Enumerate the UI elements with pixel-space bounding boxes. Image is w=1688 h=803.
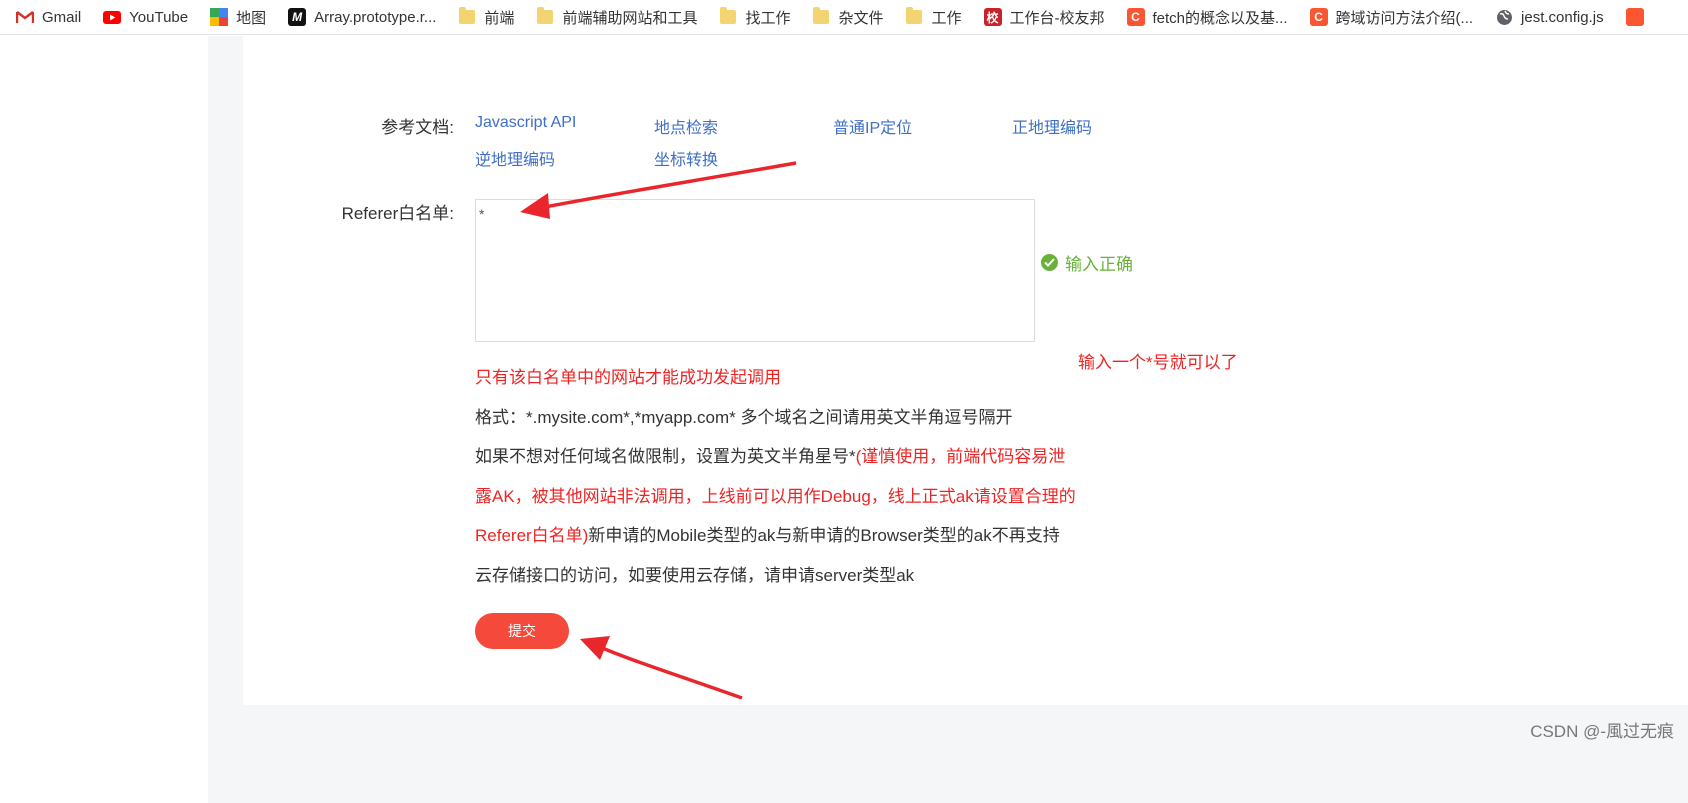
bookmark-xiaoyoubang[interactable]: 校 工作台-校友邦: [983, 7, 1105, 28]
folder-icon: [719, 7, 737, 26]
form-panel: [243, 36, 1688, 705]
bookmark-label: 前端: [484, 9, 515, 27]
mdn-icon: M: [288, 8, 307, 26]
doc-link-ip-location[interactable]: 普通IP定位: [833, 114, 912, 138]
referer-whitelist-input[interactable]: [475, 199, 1035, 342]
bookmark-label: 工作台-校友邦: [1009, 9, 1105, 27]
doc-link-coordinate-convert[interactable]: 坐标转换: [654, 146, 718, 170]
bookmark-label: 杂文件: [838, 9, 884, 27]
hint-wildcard-text: 如果不想对任何域名做限制，设置为英文半角星号*: [475, 447, 856, 466]
bookmark-jest-config[interactable]: jest.config.js: [1495, 8, 1604, 26]
xiaoyoubang-icon: 校: [983, 8, 1002, 26]
bookmark-label: fetch的概念以及基...: [1152, 9, 1288, 27]
hint-format: 格式：*.mysite.com*,*myapp.com* 多个域名之间请用英文半…: [475, 408, 1013, 427]
bookmark-mdn[interactable]: M Array.prototype.r...: [288, 8, 436, 26]
bookmark-folder[interactable]: 找工作: [719, 7, 790, 28]
docs-label: 参考文档:: [381, 118, 454, 137]
folder-icon: [536, 7, 554, 26]
bookmark-label: 跨域访问方法介绍(...: [1335, 9, 1474, 27]
validation-text: 输入正确: [1065, 255, 1133, 274]
hint-wildcard-line: 如果不想对任何域名做限制，设置为英文半角星号*(谨慎使用，前端代码容易泄: [475, 442, 1065, 467]
hint-whitelist-only: 只有该白名单中的网站才能成功发起调用: [475, 368, 781, 387]
folder-icon: [905, 7, 923, 26]
csdn-watermark: CSDN @-風过无痕: [1530, 722, 1674, 741]
hint-warning-end: Referer白名单): [475, 526, 589, 545]
bookmark-csdn-cors[interactable]: C 跨域访问方法介绍(...: [1309, 7, 1474, 28]
csdn-icon: [1625, 8, 1644, 26]
bookmark-label: 找工作: [745, 9, 791, 27]
bookmark-folder[interactable]: 杂文件: [812, 7, 883, 28]
hint-warning-continued: 露AK，被其他网站非法调用，上线前可以用作Debug，线上正式ak请设置合理的: [475, 487, 1076, 506]
left-sidebar-gutter: [208, 36, 243, 803]
bookmark-folder[interactable]: 前端: [458, 7, 514, 28]
bookmark-label: YouTube: [129, 8, 189, 26]
folder-icon: [812, 7, 830, 26]
youtube-icon: [103, 8, 122, 26]
bookmark-label: 地图: [236, 9, 267, 27]
bookmarks-bar: Gmail YouTube 地图 M Array.prototype.r... …: [0, 0, 1688, 35]
bookmark-folder[interactable]: 前端辅助网站和工具: [536, 7, 697, 28]
folder-icon: [458, 7, 476, 26]
bookmark-label: jest.config.js: [1521, 8, 1604, 26]
doc-link-geocoding[interactable]: 正地理编码: [1012, 114, 1092, 138]
hint-mobile-line: Referer白名单)新申请的Mobile类型的ak与新申请的Browser类型…: [475, 521, 1060, 546]
validation-status: 输入正确: [1041, 250, 1133, 275]
maps-icon: [210, 8, 229, 26]
bookmark-label: 工作: [931, 9, 962, 27]
bookmark-gmail[interactable]: Gmail: [16, 8, 81, 26]
bookmark-csdn-fetch[interactable]: C fetch的概念以及基...: [1126, 7, 1288, 28]
submit-button[interactable]: 提交: [475, 613, 569, 649]
csdn-icon: C: [1126, 8, 1145, 26]
check-circle-icon: [1041, 254, 1058, 271]
doc-link-reverse-geocoding[interactable]: 逆地理编码: [475, 146, 555, 170]
doc-link-place-search[interactable]: 地点检索: [654, 114, 718, 138]
globe-icon: [1495, 8, 1513, 26]
bookmark-youtube[interactable]: YouTube: [103, 8, 188, 26]
page-footer-area: [208, 705, 1688, 803]
csdn-icon: C: [1309, 8, 1328, 26]
doc-link-javascript-api[interactable]: Javascript API: [475, 114, 576, 132]
hint-cloud-storage: 云存储接口的访问，如要使用云存储，请申请server类型ak: [475, 566, 915, 585]
bookmark-maps[interactable]: 地图: [210, 7, 266, 28]
gmail-icon: [16, 8, 34, 26]
bookmark-label: 前端辅助网站和工具: [562, 9, 698, 27]
bookmark-label: Array.prototype.r...: [314, 8, 437, 26]
referer-whitelist-label: Referer白名单:: [341, 204, 454, 223]
hint-mobile-text: 新申请的Mobile类型的ak与新申请的Browser类型的ak不再支持: [588, 526, 1060, 545]
annotation-note: 输入一个*号就可以了: [1078, 353, 1238, 372]
bookmark-overflow[interactable]: [1625, 8, 1644, 26]
bookmark-folder[interactable]: 工作: [905, 7, 962, 28]
hint-warning-text: (谨慎使用，前端代码容易泄: [855, 447, 1066, 466]
bookmark-label: Gmail: [42, 8, 82, 26]
